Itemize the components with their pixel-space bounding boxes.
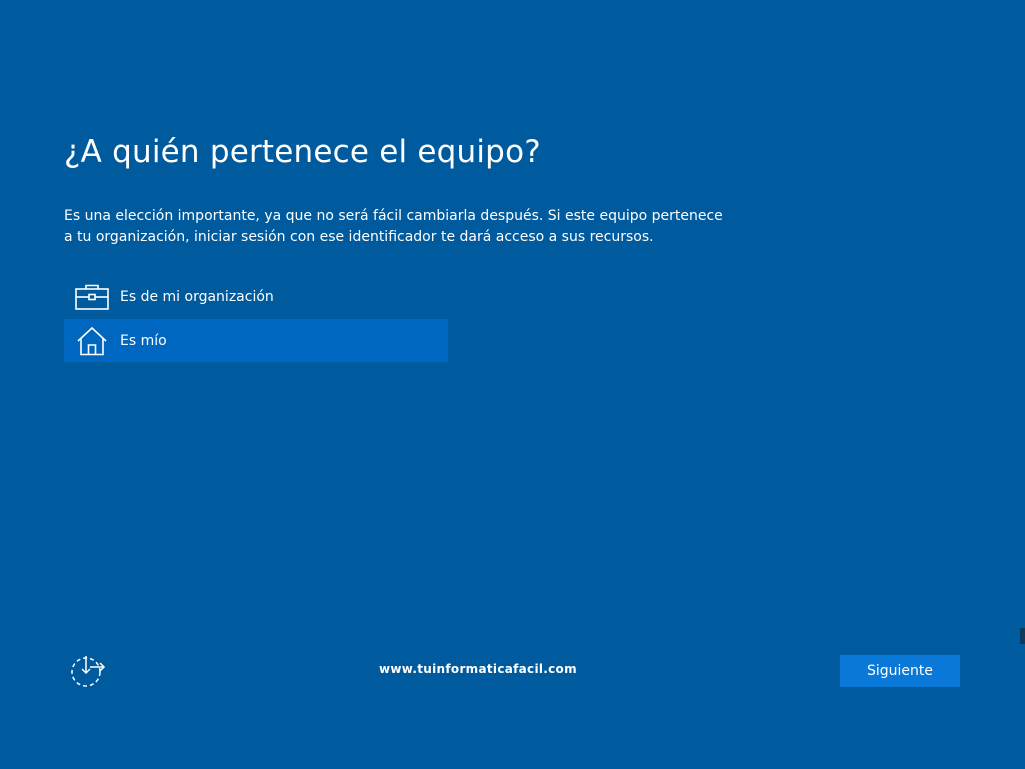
- briefcase-icon: [64, 275, 120, 318]
- option-personal-label: Es mío: [120, 332, 167, 349]
- option-personal[interactable]: Es mío: [64, 319, 448, 362]
- next-button[interactable]: Siguiente: [840, 655, 960, 687]
- page-description: Es una elección importante, ya que no se…: [64, 208, 723, 245]
- ease-of-access-icon[interactable]: [68, 654, 108, 688]
- page-title: ¿A quién pertenece el equipo?: [64, 134, 541, 170]
- option-organization[interactable]: Es de mi organización: [64, 275, 448, 318]
- home-icon: [64, 319, 120, 362]
- oobe-screen: ¿A quién pertenece el equipo? Es una ele…: [0, 0, 1025, 769]
- option-organization-label: Es de mi organización: [120, 288, 274, 305]
- ownership-options: Es de mi organización Es mío: [64, 275, 448, 363]
- edge-mark: [1020, 628, 1025, 644]
- watermark-text: www.tuinformaticafacil.com: [379, 662, 577, 676]
